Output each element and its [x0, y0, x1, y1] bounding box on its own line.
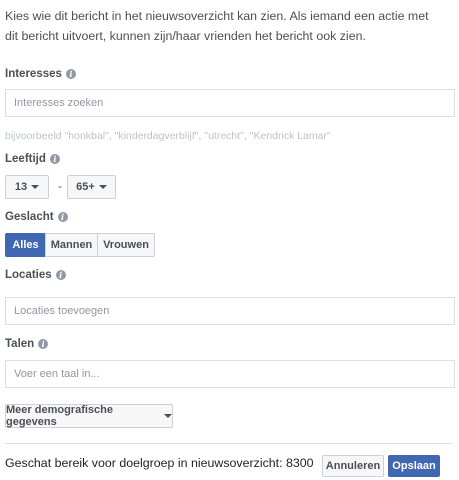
info-icon[interactable]: i [65, 69, 76, 79]
more-demographics-label: Meer demografische gegevens [6, 404, 113, 428]
languages-placeholder: Voer een taal in... [14, 368, 100, 380]
cancel-button[interactable]: Annuleren [322, 455, 384, 477]
gender-option-mannen[interactable]: Mannen [45, 233, 98, 257]
interests-search-input[interactable]: Interesses zoeken [5, 89, 455, 117]
more-demographics-dropdown[interactable]: Meer demografische gegevens [5, 404, 173, 428]
age-label: Leeftijd [5, 153, 46, 165]
interests-label: Interesses [5, 68, 62, 80]
estimated-reach: Geschat bereik voor doelgroep in nieuwso… [5, 456, 314, 470]
languages-input[interactable]: Voer een taal in... [5, 360, 455, 388]
age-label-row: Leeftijd i [5, 153, 60, 165]
age-separator: - [58, 179, 62, 193]
gender-option-vrouwen[interactable]: Vrouwen [97, 233, 155, 257]
gender-option-alles[interactable]: Alles [5, 233, 46, 257]
languages-label: Talen [5, 338, 35, 350]
age-max-value: 65+ [76, 181, 95, 193]
interests-label-row: Interesses i [5, 68, 76, 80]
info-icon[interactable]: i [57, 212, 68, 222]
age-min-value: 13 [14, 181, 28, 193]
caret-down-icon [164, 414, 172, 418]
interests-placeholder: Interesses zoeken [14, 97, 104, 109]
interests-hint: bijvoorbeeld "honkbal", "kinderdagverbli… [5, 130, 331, 142]
save-button[interactable]: Opslaan [388, 455, 440, 477]
info-icon[interactable]: i [55, 270, 66, 280]
caret-down-icon [98, 185, 107, 189]
locations-input[interactable]: Locaties toevoegen [5, 297, 455, 325]
gender-label-row: Geslacht i [5, 211, 68, 223]
gender-selector: Alles Mannen Vrouwen [5, 233, 155, 257]
caret-down-icon [31, 185, 40, 189]
footer-divider [5, 443, 453, 444]
age-max-dropdown[interactable]: 65+ [67, 175, 116, 199]
gender-label: Geslacht [5, 211, 54, 223]
locations-label-row: Locaties i [5, 269, 66, 281]
locations-label: Locaties [5, 269, 52, 281]
age-min-dropdown[interactable]: 13 [5, 175, 49, 199]
info-icon[interactable]: i [38, 339, 49, 349]
locations-placeholder: Locaties toevoegen [14, 305, 110, 317]
intro-text: Kies wie dit bericht in het nieuwsoverzi… [5, 9, 429, 43]
languages-label-row: Talen i [5, 338, 49, 350]
info-icon[interactable]: i [49, 154, 60, 164]
